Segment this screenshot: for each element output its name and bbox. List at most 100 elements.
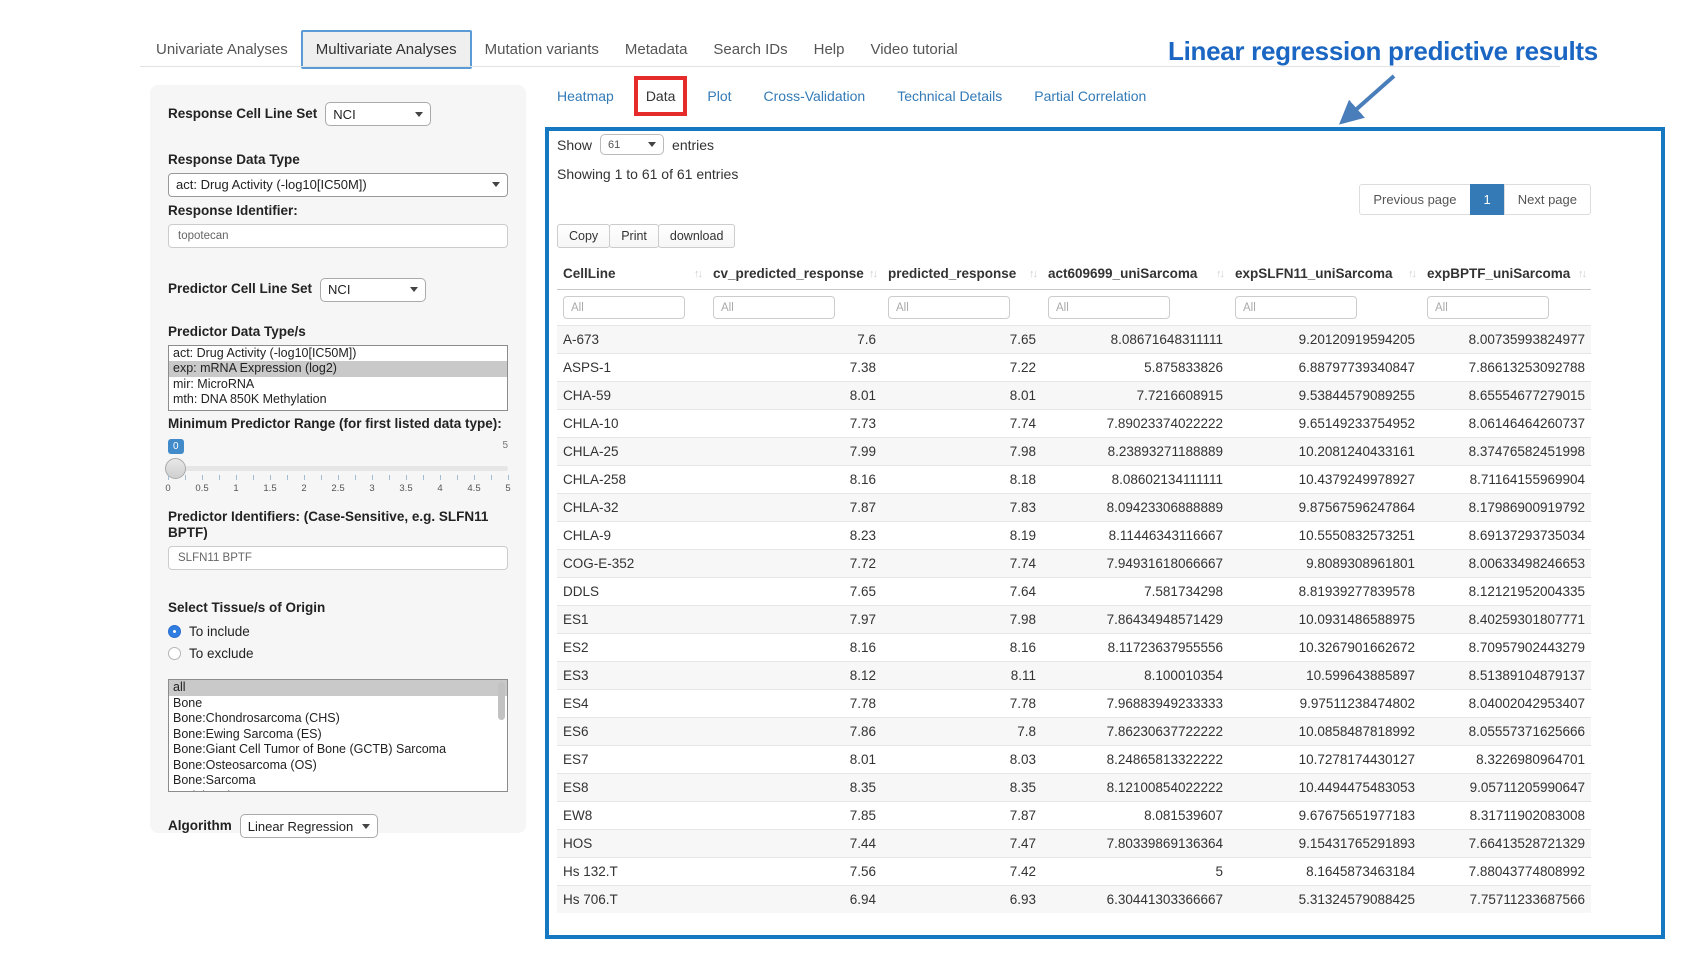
radio-to-exclude[interactable]: To exclude: [168, 646, 508, 661]
column-header-cv-predicted-response[interactable]: cv_predicted_response↑↓: [707, 257, 882, 290]
column-filter-input[interactable]: [713, 296, 835, 319]
cell-value: 8.16: [707, 466, 882, 494]
sort-icon[interactable]: ↑↓: [869, 268, 876, 280]
response-cell-line-set-select[interactable]: NCI: [325, 102, 431, 126]
list-option[interactable]: all: [169, 680, 507, 696]
column-filter-input[interactable]: [563, 296, 685, 319]
page-number-button[interactable]: 1: [1470, 184, 1505, 215]
nav-item-help[interactable]: Help: [801, 32, 858, 67]
slider-tick: [389, 475, 390, 480]
list-option[interactable]: mir: MicroRNA: [169, 377, 507, 393]
cell-value: 7.22: [882, 354, 1042, 382]
slider-tick-label: 2: [301, 483, 306, 494]
column-filter-input[interactable]: [1235, 296, 1357, 319]
column-filter-input[interactable]: [1427, 296, 1549, 319]
predictor-cell-line-set-select[interactable]: NCI: [320, 278, 426, 302]
results-table: CellLine↑↓cv_predicted_response↑↓predict…: [557, 257, 1591, 913]
radio-to-include[interactable]: To include: [168, 624, 508, 639]
slider-tick: [219, 475, 220, 480]
nav-item-mutation-variants[interactable]: Mutation variants: [472, 32, 612, 67]
tab-cross-validation[interactable]: Cross-Validation: [764, 88, 866, 104]
cell-value: 9.53844579089255: [1229, 382, 1421, 410]
tab-partial-correlation[interactable]: Partial Correlation: [1034, 88, 1146, 104]
chevron-down-icon: [492, 182, 500, 187]
column-header-predicted-response[interactable]: predicted_response ↑↓: [882, 257, 1042, 290]
response-data-type-select[interactable]: act: Drug Activity (-log10[IC50M]): [168, 173, 508, 197]
cell-value: 8.11723637955556: [1042, 634, 1229, 662]
nav-item-search-ids[interactable]: Search IDs: [700, 32, 800, 67]
column-filter-input[interactable]: [1048, 296, 1170, 319]
cell-line-name: CHLA-258: [557, 466, 707, 494]
algorithm-select[interactable]: Linear Regression: [240, 814, 378, 838]
chevron-down-icon: [362, 824, 370, 829]
slider-tick: [253, 475, 254, 480]
entries-select[interactable]: 61: [600, 134, 664, 155]
sort-icon[interactable]: ↑↓: [1216, 268, 1223, 280]
tab-technical-details[interactable]: Technical Details: [897, 88, 1002, 104]
cell-value: 8.08602134111111: [1042, 466, 1229, 494]
button-copy[interactable]: Copy: [557, 224, 610, 248]
cell-value: 10.599643885897: [1229, 662, 1421, 690]
previous-page-button[interactable]: Previous page: [1359, 184, 1470, 215]
nav-item-video-tutorial[interactable]: Video tutorial: [857, 32, 970, 67]
column-header-expslfn11-unisarcoma[interactable]: expSLFN11_uniSarcoma↑↓: [1229, 257, 1421, 290]
column-header-cellline[interactable]: CellLine↑↓: [557, 257, 707, 290]
cell-value: 10.7278174430127: [1229, 746, 1421, 774]
scrollbar-thumb[interactable]: [498, 682, 505, 720]
tab-heatmap[interactable]: Heatmap: [557, 88, 614, 104]
chevron-down-icon: [648, 142, 656, 147]
list-option[interactable]: mth: DNA 850K Methylation: [169, 392, 507, 408]
list-option[interactable]: act: Drug Activity (-log10[IC50M]): [169, 346, 507, 362]
predictor-identifiers-input[interactable]: [168, 546, 508, 570]
cell-value: 7.66413528721329: [1421, 830, 1591, 858]
list-option[interactable]: Bone:Osteosarcoma (OS): [169, 758, 507, 774]
cell-value: 6.30441303366667: [1042, 886, 1229, 914]
select-value: act: Drug Activity (-log10[IC50M]): [176, 177, 367, 192]
tab-data[interactable]: Data: [646, 88, 676, 104]
list-option[interactable]: Bone:Ewing Sarcoma (ES): [169, 727, 507, 743]
cell-line-name: Hs 132.T: [557, 858, 707, 886]
nav-item-multivariate-analyses[interactable]: Multivariate Analyses: [301, 30, 472, 69]
min-predictor-range-slider: 0 5 00.511.522.533.544.55: [168, 439, 508, 499]
nav-item-univariate-analyses[interactable]: Univariate Analyses: [143, 32, 301, 67]
sort-icon[interactable]: ↑↓: [1029, 268, 1036, 280]
select-value: 61: [608, 139, 620, 151]
cell-value: 7.99: [707, 438, 882, 466]
nav-item-metadata[interactable]: Metadata: [612, 32, 701, 67]
list-option[interactable]: Peripheral_Nervous_System: [169, 789, 507, 793]
cell-value: 8.18: [882, 466, 1042, 494]
list-option[interactable]: Bone:Giant Cell Tumor of Bone (GCTB) Sar…: [169, 742, 507, 758]
cell-value: 7.42: [882, 858, 1042, 886]
tab-plot[interactable]: Plot: [707, 88, 731, 104]
list-option[interactable]: Bone:Chondrosarcoma (CHS): [169, 711, 507, 727]
list-option[interactable]: Bone:Sarcoma: [169, 773, 507, 789]
cell-value: 6.88797739340847: [1229, 354, 1421, 382]
response-identifier-input[interactable]: [168, 224, 508, 248]
next-page-button[interactable]: Next page: [1504, 184, 1591, 215]
column-filter-input[interactable]: [888, 296, 1010, 319]
cell-value: 10.4494475483053: [1229, 774, 1421, 802]
list-option[interactable]: Bone: [169, 696, 507, 712]
slider-tick-label: 5: [505, 483, 510, 494]
cell-value: 8.23: [707, 522, 882, 550]
export-buttons: CopyPrintdownload: [557, 224, 1591, 248]
table-row: EW87.857.878.0815396079.676756519771838.…: [557, 802, 1591, 830]
cell-value: 7.65: [707, 578, 882, 606]
table-row: A-6737.67.658.086716483111119.2012091959…: [557, 326, 1591, 354]
button-print[interactable]: Print: [609, 224, 659, 248]
slider-tick-label: 2.5: [331, 483, 344, 494]
slider-tick: [270, 475, 271, 480]
sort-icon[interactable]: ↑↓: [694, 268, 701, 280]
list-option[interactable]: exp: mRNA Expression (log2): [169, 361, 507, 377]
button-download[interactable]: download: [658, 224, 736, 248]
cell-value: 7.97: [707, 606, 882, 634]
cell-value: 8.71164155969904: [1421, 466, 1591, 494]
column-header-act609699-unisarcoma[interactable]: act609699_uniSarcoma↑↓: [1042, 257, 1229, 290]
cell-value: 7.96883949233333: [1042, 690, 1229, 718]
column-label: predicted_response: [888, 266, 1016, 281]
slider-tick: [202, 475, 203, 480]
sort-icon[interactable]: ↑↓: [1578, 268, 1585, 280]
column-header-expbptf-unisarcoma[interactable]: expBPTF_uniSarcoma↑↓: [1421, 257, 1591, 290]
cell-value: 8.40259301807771: [1421, 606, 1591, 634]
sort-icon[interactable]: ↑↓: [1408, 268, 1415, 280]
